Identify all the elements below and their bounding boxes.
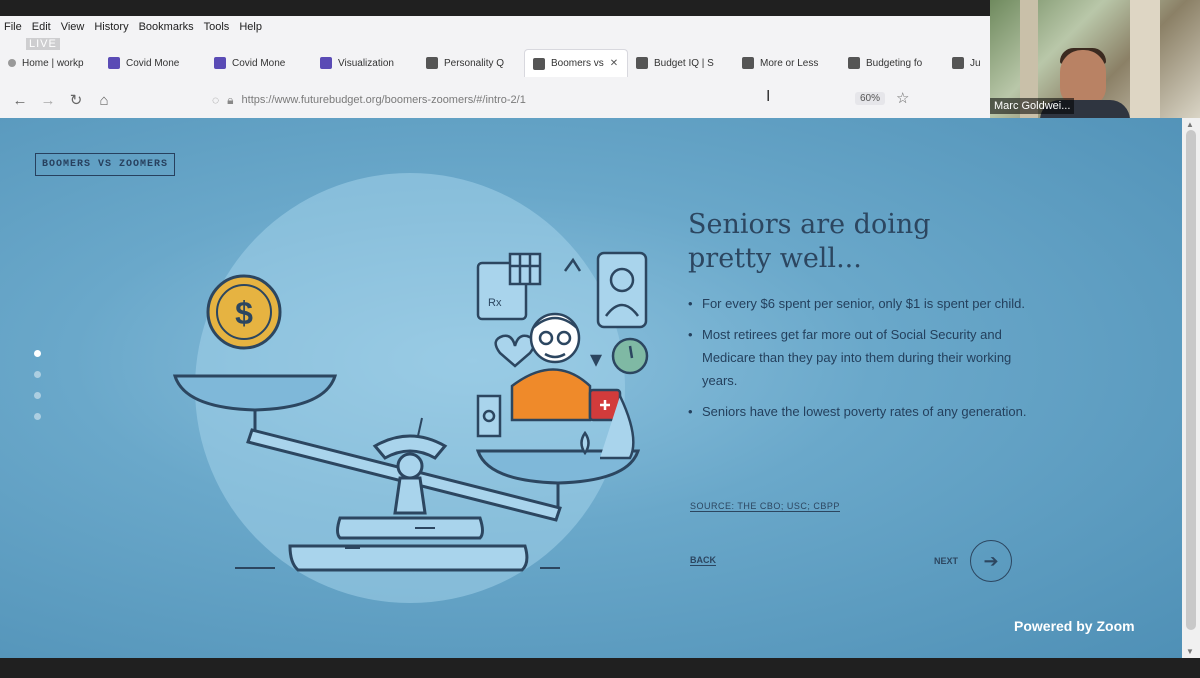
menu-view[interactable]: View — [61, 21, 85, 33]
browser-chrome: File Edit View History Bookmarks Tools H… — [0, 16, 990, 118]
tab-label: Budget IQ | S — [654, 57, 714, 69]
page-favicon-icon — [636, 57, 648, 69]
bookmark-star-icon[interactable]: ☆ — [896, 89, 909, 107]
page-favicon-icon — [320, 57, 332, 69]
menu-file[interactable]: File — [4, 21, 22, 33]
tab-label: Covid Mone — [126, 57, 180, 69]
zoom-window: File Edit View History Bookmarks Tools H… — [0, 0, 1200, 678]
bullet-item: Most retirees get far more out of Social… — [688, 323, 1028, 392]
tab-budgeting[interactable]: Budgeting fo — [840, 49, 944, 77]
web-page: BOOMERS VS ZOOMERS $ Rx Seniors are doin… — [0, 118, 1182, 658]
coin-icon: $ — [206, 274, 282, 350]
url-text[interactable]: https://www.futurebudget.org/boomers-zoo… — [242, 94, 526, 106]
tab-covid-money-1[interactable]: Covid Mone — [100, 49, 206, 77]
menu-edit[interactable]: Edit — [32, 21, 51, 33]
arrow-right-icon: ➔ — [983, 550, 999, 571]
tab-more-or-less[interactable]: More or Less — [734, 49, 840, 77]
slide-heading: Seniors are doing pretty well... — [688, 208, 1028, 276]
close-tab-icon[interactable]: ✕ — [610, 58, 618, 69]
section-badge[interactable]: BOOMERS VS ZOOMERS — [35, 153, 176, 176]
webcam-video: Marc Goldwei... — [990, 0, 1200, 118]
page-favicon-icon — [848, 57, 860, 69]
scroll-thumb[interactable] — [1186, 130, 1196, 630]
scroll-up-icon[interactable]: ▲ — [1186, 120, 1194, 129]
page-scrollbar[interactable]: ▲ ▼ — [1182, 118, 1200, 658]
menu-bar: File Edit View History Bookmarks Tools H… — [0, 16, 990, 38]
zoom-level[interactable]: 60% — [855, 92, 886, 105]
tab-label: Home | workp — [22, 57, 84, 69]
zoom-watermark: Powered by Zoom — [1014, 618, 1135, 634]
tab-boomers-vs[interactable]: Boomers vs ✕ — [524, 49, 628, 77]
page-favicon-icon — [742, 57, 754, 69]
participant-name: Marc Goldwei... — [990, 98, 1075, 114]
tab-home[interactable]: Home | workp — [0, 49, 100, 77]
slide-dot[interactable] — [34, 392, 41, 399]
svg-text:$: $ — [235, 295, 253, 331]
source-link[interactable]: SOURCE: THE CBO; USC; CBPP — [690, 501, 840, 512]
page-favicon-icon — [108, 57, 120, 69]
heading-line-2: pretty well... — [688, 243, 862, 274]
home-icon[interactable]: ⌂ — [90, 92, 118, 109]
page-favicon-icon — [214, 57, 226, 69]
tab-label: More or Less — [760, 57, 819, 69]
slide-dot[interactable] — [34, 413, 41, 420]
scroll-down-icon[interactable]: ▼ — [1186, 647, 1194, 656]
bullet-list: For every $6 spent per senior, only $1 i… — [688, 292, 1028, 423]
back-link[interactable]: BACK — [690, 555, 716, 566]
slide-dot[interactable] — [34, 371, 41, 378]
tab-covid-money-2[interactable]: Covid Mone — [206, 49, 312, 77]
tab-label: Personality Q — [444, 57, 505, 69]
next-label: NEXT — [934, 556, 959, 566]
slide-content: Seniors are doing pretty well... For eve… — [688, 208, 1028, 431]
tab-label: Boomers vs — [551, 58, 604, 69]
page-favicon-icon — [426, 57, 438, 69]
text-cursor-icon: I — [766, 88, 771, 105]
menu-tools[interactable]: Tools — [204, 21, 230, 33]
shield-icon: ◌ — [212, 93, 220, 107]
menu-help[interactable]: Help — [239, 21, 262, 33]
slide-dot-active[interactable] — [34, 350, 41, 357]
page-favicon-icon — [952, 57, 964, 69]
bullet-item: For every $6 spent per senior, only $1 i… — [688, 292, 1028, 315]
zoom-bottom-strip — [0, 658, 1200, 678]
tab-visualization[interactable]: Visualization — [312, 49, 418, 77]
tab-label: Ju — [970, 57, 981, 69]
slide-dots — [34, 350, 41, 434]
home-tab-icon — [8, 59, 16, 67]
scale-illustration: $ Rx — [172, 173, 649, 603]
tab-budget-iq[interactable]: Budget IQ | S — [628, 49, 734, 77]
svg-text:Rx: Rx — [488, 297, 502, 309]
tab-label: Visualization — [338, 57, 394, 69]
menu-history[interactable]: History — [94, 21, 128, 33]
tab-personality[interactable]: Personality Q — [418, 49, 524, 77]
forward-arrow-icon[interactable]: → — [34, 92, 62, 109]
tab-label: Covid Mone — [232, 57, 286, 69]
bullet-item: Seniors have the lowest poverty rates of… — [688, 400, 1028, 423]
lock-icon: 🔒︎ — [227, 92, 234, 107]
window-frame — [1130, 0, 1160, 118]
navigation-bar: ← → ↻ ⌂ ◌ 🔒︎ https://www.futurebudget.or… — [0, 82, 990, 118]
tab-ju[interactable]: Ju — [944, 49, 984, 77]
tab-label: Budgeting fo — [866, 57, 923, 69]
menu-bookmarks[interactable]: Bookmarks — [139, 21, 194, 33]
address-bar[interactable]: ◌ 🔒︎ https://www.futurebudget.org/boomer… — [212, 87, 932, 113]
next-button[interactable]: ➔ — [970, 540, 1012, 582]
reload-icon[interactable]: ↻ — [62, 91, 90, 109]
heading-line-1: Seniors are doing — [688, 209, 931, 240]
page-favicon-icon — [533, 57, 545, 70]
tab-strip: Home | workp Covid Mone Covid Mone Visua… — [0, 48, 990, 78]
back-arrow-icon[interactable]: ← — [6, 92, 34, 109]
